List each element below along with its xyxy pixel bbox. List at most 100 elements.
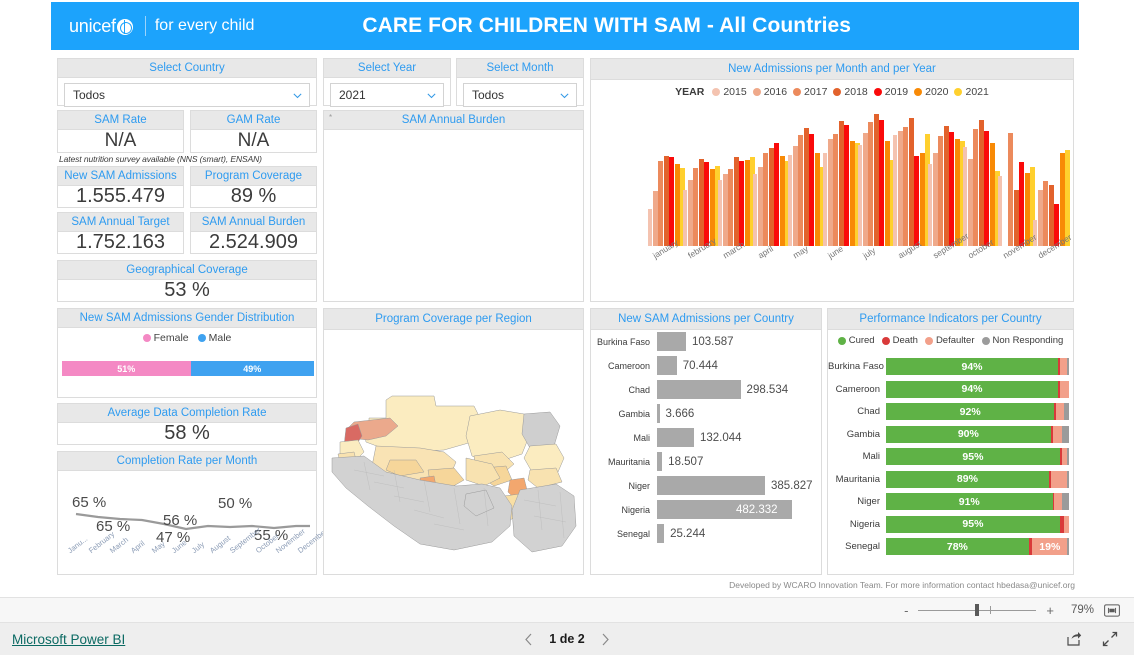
year-bar[interactable] <box>862 132 868 246</box>
year-bar[interactable] <box>838 121 844 246</box>
year-bar[interactable] <box>884 141 890 246</box>
table-row[interactable]: Chad 92% <box>828 401 1073 422</box>
slicer-country-dropdown[interactable]: Todos <box>64 83 310 107</box>
slicer-year-dropdown[interactable]: 2021 <box>330 83 444 107</box>
year-bar[interactable] <box>879 120 885 246</box>
stacked-segment-non-responding[interactable] <box>1061 425 1069 443</box>
stacked-segment-defaulter[interactable] <box>1056 403 1064 420</box>
year-bar[interactable] <box>647 208 653 246</box>
year-bar[interactable] <box>967 158 973 246</box>
stacked-bar[interactable]: 89% <box>886 470 1069 488</box>
panel-performance-indicators[interactable]: Performance Indicators per Country Cured… <box>827 308 1074 575</box>
year-bar[interactable] <box>949 131 955 246</box>
year-bar[interactable] <box>978 120 984 246</box>
stacked-segment-cured[interactable]: 89% <box>886 470 1049 488</box>
table-row[interactable]: Nigeria 482.332 <box>591 498 821 521</box>
zoom-slider[interactable] <box>918 603 1037 617</box>
stacked-bar[interactable]: 90% <box>886 425 1069 443</box>
legend-item-2018[interactable]: 2018 <box>833 86 868 98</box>
card-sam-annual-burden[interactable]: SAM Annual Burden 2.524.909 <box>190 212 317 254</box>
year-bar[interactable] <box>1059 152 1065 246</box>
year-bar[interactable] <box>927 164 933 246</box>
stacked-segment-cured[interactable]: 95% <box>886 448 1060 465</box>
card-average-data-completion-rate[interactable]: Average Data Completion Rate 58 % <box>57 403 317 445</box>
year-bar[interactable] <box>833 134 839 246</box>
month-bar-group[interactable] <box>962 106 1001 246</box>
year-bar[interactable] <box>787 155 793 246</box>
performance-chart[interactable]: Cured Death Defaulter Non Responding Bur… <box>828 330 1073 574</box>
country-bar[interactable] <box>657 356 677 375</box>
stacked-segment-cured[interactable]: 94% <box>886 380 1059 398</box>
year-bar[interactable] <box>669 157 675 246</box>
stacked-segment-non-responding[interactable] <box>1067 538 1069 555</box>
table-row[interactable]: Senegal 25.244 <box>591 522 821 545</box>
year-bar[interactable] <box>658 160 664 246</box>
stacked-bar[interactable]: 78% 19% <box>886 538 1069 555</box>
table-row[interactable]: Burkina Faso 103.587 <box>591 330 821 353</box>
table-row[interactable]: Chad 298.534 <box>591 378 821 401</box>
year-bar[interactable] <box>763 152 769 246</box>
stacked-segment-non-responding[interactable] <box>1061 493 1069 510</box>
choropleth-map[interactable] <box>324 330 583 574</box>
year-bar[interactable] <box>1019 162 1025 246</box>
panel-admissions-per-country[interactable]: New SAM Admissions per Country Burkina F… <box>590 308 822 575</box>
stacked-segment-cured[interactable]: 94% <box>886 358 1059 375</box>
legend-item-male[interactable]: Male <box>197 332 231 344</box>
stacked-segment-defaulter[interactable] <box>1059 358 1068 375</box>
country-bar[interactable] <box>657 332 686 351</box>
legend-item-female[interactable]: Female <box>142 332 189 344</box>
month-bar-group[interactable] <box>822 106 861 246</box>
panel-gender-distribution[interactable]: New SAM Admissions Gender Distribution F… <box>57 308 317 398</box>
credit-email-link[interactable]: hbedasa@unicef.org <box>996 580 1075 590</box>
country-bar[interactable] <box>657 380 741 399</box>
legend-item-non-responding[interactable]: Non Responding <box>981 335 1063 346</box>
year-bar[interactable] <box>1013 190 1019 246</box>
legend-item-2019[interactable]: 2019 <box>873 86 908 98</box>
stacked-segment-non-responding[interactable] <box>1063 403 1069 420</box>
month-bar-group[interactable] <box>752 106 791 246</box>
year-bar[interactable] <box>687 179 693 246</box>
table-row[interactable]: Niger 91% <box>828 491 1073 512</box>
legend-item-death[interactable]: Death <box>881 335 918 346</box>
stacked-segment-cured[interactable]: 92% <box>886 403 1055 420</box>
year-bar[interactable] <box>903 127 909 246</box>
legend-item-2016[interactable]: 2016 <box>752 86 787 98</box>
card-sam-rate[interactable]: SAM Rate N/A <box>57 110 184 153</box>
card-program-coverage[interactable]: Program Coverage 89 % <box>190 166 317 208</box>
table-row[interactable]: Burkina Faso 94% <box>828 356 1073 377</box>
stacked-bar[interactable]: 94% <box>886 380 1069 398</box>
year-bar[interactable] <box>868 122 874 246</box>
year-bar[interactable] <box>989 143 995 246</box>
month-bar-group[interactable] <box>997 106 1036 246</box>
card-new-sam-admissions[interactable]: New SAM Admissions 1.555.479 <box>57 166 184 208</box>
year-bar[interactable] <box>682 190 688 246</box>
year-bar[interactable] <box>704 162 710 246</box>
year-bar[interactable] <box>908 117 914 246</box>
year-bar[interactable] <box>739 160 745 246</box>
year-bar[interactable] <box>973 129 979 246</box>
year-bar[interactable] <box>757 166 763 246</box>
stacked-segment-defaulter[interactable] <box>1059 380 1069 398</box>
country-admissions-chart[interactable]: Burkina Faso 103.587 Cameroon 70.444 Chad 298… <box>591 330 821 574</box>
card-gam-rate[interactable]: GAM Rate N/A <box>190 110 317 153</box>
legend-item-2021[interactable]: 2021 <box>954 86 989 98</box>
panel-completion-rate-per-month[interactable]: Completion Rate per Month 65 % 65 % 56 %… <box>57 451 329 575</box>
table-row[interactable]: Mali 132.044 <box>591 426 821 449</box>
month-bar-group[interactable] <box>857 106 896 246</box>
year-bar[interactable] <box>822 152 828 246</box>
year-bar[interactable] <box>728 169 734 246</box>
legend-item-2020[interactable]: 2020 <box>914 86 948 98</box>
legend-item-cured[interactable]: Cured <box>837 335 875 346</box>
year-bar[interactable] <box>827 138 833 246</box>
year-bar[interactable] <box>984 130 990 246</box>
stacked-bar[interactable]: 92% <box>886 403 1069 420</box>
stacked-segment-non-responding[interactable] <box>1067 448 1069 465</box>
country-bar[interactable] <box>657 476 765 495</box>
year-bar[interactable] <box>932 152 938 246</box>
table-row[interactable]: Mauritania 89% <box>828 469 1073 490</box>
year-bar[interactable] <box>873 114 879 246</box>
legend-item-2015[interactable]: 2015 <box>712 86 747 98</box>
zoom-out-button[interactable]: - <box>904 604 908 617</box>
table-row[interactable]: Senegal 78% 19% <box>828 536 1073 557</box>
table-row[interactable]: Gambia 90% <box>828 424 1073 445</box>
